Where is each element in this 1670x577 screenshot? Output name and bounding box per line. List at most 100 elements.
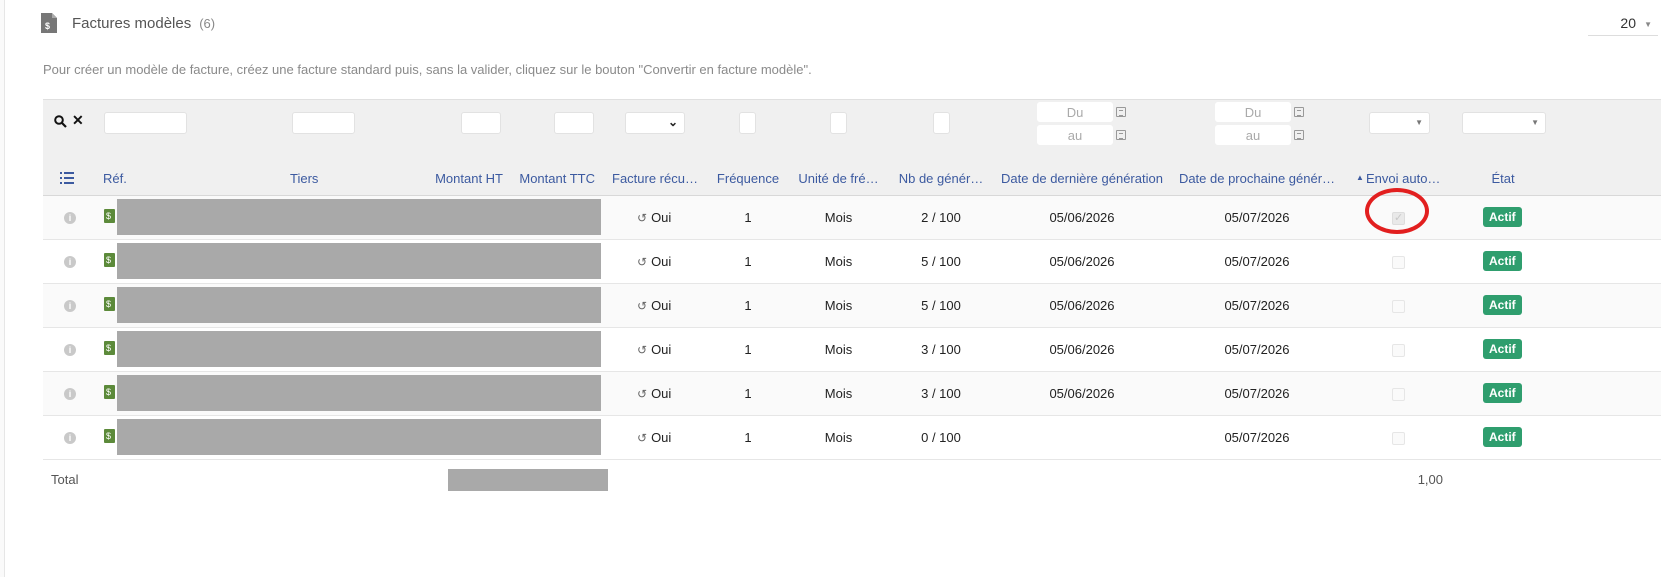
redacted-area — [117, 243, 601, 279]
col-nb-generation[interactable]: Nb de génér… — [893, 161, 989, 196]
nb-generation-cell: 5 / 100 — [921, 254, 961, 269]
date-prochaine-cell: 05/07/2026 — [1224, 254, 1290, 269]
filter-etat-select[interactable]: ▼ — [1462, 112, 1546, 134]
frequence-cell: 1 — [744, 254, 752, 269]
info-icon[interactable]: i — [64, 388, 76, 400]
col-frequence[interactable]: Fréquence — [708, 161, 788, 196]
calendar-icon[interactable] — [1294, 130, 1304, 140]
envoi-auto-checkbox[interactable] — [1392, 256, 1405, 269]
nb-generation-cell: 0 / 100 — [921, 430, 961, 445]
recurring-cell: ↺ Oui — [637, 328, 677, 372]
status-badge: Actif — [1483, 383, 1522, 403]
column-selector-icon[interactable] — [60, 172, 74, 187]
status-badge: Actif — [1483, 339, 1522, 359]
filter-next-date-from[interactable]: Du — [1215, 102, 1291, 122]
envoi-auto-checkbox[interactable] — [1392, 344, 1405, 357]
redacted-area — [117, 199, 601, 235]
filter-frequence-input[interactable] — [739, 112, 756, 134]
info-icon[interactable]: i — [64, 344, 76, 356]
recurring-value: Oui — [651, 386, 672, 401]
clear-filters-icon[interactable]: ✕ — [72, 112, 84, 129]
date-prochaine-cell: 05/07/2026 — [1224, 298, 1290, 313]
redacted-area — [117, 331, 601, 367]
recurring-cell: ↺ Oui — [637, 284, 677, 328]
calendar-icon[interactable] — [1116, 130, 1126, 140]
filter-last-date-from[interactable]: Du — [1037, 102, 1113, 122]
col-montant-ttc[interactable]: Montant TTC — [508, 161, 595, 196]
record-count: (6) — [199, 15, 216, 31]
filter-unite-input[interactable] — [830, 112, 847, 134]
envoi-auto-checkbox[interactable] — [1392, 432, 1405, 445]
invoice-icon[interactable] — [104, 209, 115, 223]
col-tiers[interactable]: Tiers — [290, 161, 318, 196]
page-size-value: 20 — [1620, 14, 1636, 31]
history-icon: ↺ — [637, 255, 648, 269]
date-derniere-cell — [998, 416, 1166, 460]
nb-generation-cell: 2 / 100 — [921, 210, 961, 225]
table-row[interactable]: i ↺Oui 1 Mois 5 / 100 05/06/2026 05/07/2… — [43, 240, 1661, 284]
info-icon[interactable]: i — [64, 432, 76, 444]
filter-recurring-select[interactable]: ⌄ — [625, 112, 685, 134]
filter-montant-ttc-input[interactable] — [554, 112, 594, 134]
invoice-icon[interactable] — [104, 429, 115, 443]
list-title: $ Factures modèles (6) — [40, 10, 215, 36]
info-icon[interactable]: i — [64, 256, 76, 268]
filter-last-date-to[interactable]: au — [1037, 125, 1113, 145]
frequence-cell: 1 — [744, 298, 752, 313]
col-date-derniere[interactable]: Date de dernière génération — [998, 161, 1166, 196]
filter-envoi-auto-select[interactable]: ▼ — [1369, 112, 1430, 134]
table-row[interactable]: i ↺Oui 1 Mois 3 / 100 05/06/2026 05/07/2… — [43, 328, 1661, 372]
info-icon[interactable]: i — [64, 212, 76, 224]
date-prochaine-cell: 05/07/2026 — [1224, 210, 1290, 225]
recurring-value: Oui — [651, 210, 672, 225]
filter-row: ✕ ⌄ Du au Du au ▼ ▼ — [43, 99, 1661, 161]
calendar-icon[interactable] — [1294, 107, 1304, 117]
invoice-icon[interactable] — [104, 253, 115, 267]
search-icon[interactable] — [54, 115, 67, 131]
filter-nb-input[interactable] — [933, 112, 950, 134]
frequence-cell: 1 — [744, 342, 752, 357]
nb-generation-cell: 5 / 100 — [921, 298, 961, 313]
history-icon: ↺ — [637, 431, 648, 445]
unite-cell: Mois — [824, 430, 853, 445]
table-row[interactable]: i ↺Oui 1 Mois 5 / 100 05/06/2026 05/07/2… — [43, 284, 1661, 328]
unite-cell: Mois — [824, 210, 853, 225]
date-derniere-cell: 05/06/2026 — [1049, 386, 1115, 401]
left-border — [0, 0, 5, 577]
envoi-auto-checkbox[interactable] — [1392, 388, 1405, 401]
templates-table: ✕ ⌄ Du au Du au ▼ ▼ Réf. Tiers Montant H… — [43, 99, 1661, 504]
col-montant-ht[interactable]: Montant HT — [423, 161, 503, 196]
info-icon[interactable]: i — [64, 300, 76, 312]
table-row[interactable]: i ↺Oui 1 Mois 0 / 100 05/07/2026 Actif — [43, 416, 1661, 460]
date-prochaine-cell: 05/07/2026 — [1224, 386, 1290, 401]
filter-ref-input[interactable] — [104, 112, 187, 134]
col-etat[interactable]: État — [1473, 161, 1533, 196]
table-row[interactable]: i ↺Oui 1 Mois 3 / 100 05/06/2026 05/07/2… — [43, 372, 1661, 416]
date-derniere-cell: 05/06/2026 — [1049, 210, 1115, 225]
history-icon: ↺ — [637, 299, 648, 313]
calendar-icon[interactable] — [1116, 107, 1126, 117]
recurring-cell: ↺ Oui — [637, 416, 677, 460]
invoice-icon[interactable] — [104, 297, 115, 311]
nb-generation-cell: 3 / 100 — [921, 342, 961, 357]
redacted-area — [117, 287, 601, 323]
help-text: Pour créer un modèle de facture, créez u… — [43, 62, 812, 77]
total-frequence-sum: 1,00 — [1417, 472, 1443, 487]
filter-tiers-input[interactable] — [292, 112, 355, 134]
invoice-template-icon: $ — [41, 13, 57, 33]
envoi-auto-checkbox[interactable] — [1392, 300, 1405, 313]
invoice-icon[interactable] — [104, 341, 115, 355]
col-ref[interactable]: Réf. — [103, 161, 127, 196]
chevron-down-icon: ⌄ — [667, 115, 678, 129]
col-unite[interactable]: Unité de fré… — [791, 161, 886, 196]
filter-montant-ht-input[interactable] — [461, 112, 501, 134]
col-facture-recurrente[interactable]: Facture récu… — [607, 161, 703, 196]
redacted-area — [117, 419, 601, 455]
invoice-icon[interactable] — [104, 385, 115, 399]
caret-down-icon: ▼ — [1644, 20, 1652, 29]
unite-cell: Mois — [824, 386, 853, 401]
filter-next-date-to[interactable]: au — [1215, 125, 1291, 145]
col-date-prochaine[interactable]: Date de prochaine génér… — [1173, 161, 1341, 196]
page-size-select[interactable]: 20 ▼ — [1588, 10, 1658, 36]
status-badge: Actif — [1483, 207, 1522, 227]
